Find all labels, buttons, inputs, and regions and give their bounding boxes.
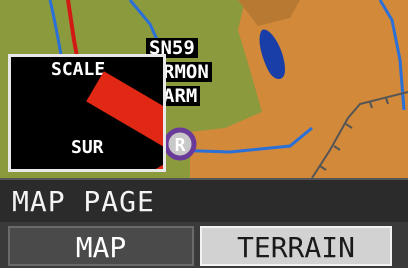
tab-map[interactable]: MAP — [8, 226, 194, 266]
unavailable-x-icon — [86, 71, 163, 169]
gps-screen: R SN59 RMON ARM SCALE SUR MAP PAGE MAP T… — [0, 0, 408, 268]
airport-symbol-text: R — [175, 135, 186, 156]
tab-terrain[interactable]: TERRAIN — [200, 226, 392, 266]
tab-bar: MAP TERRAIN — [0, 222, 408, 268]
waypoint-label-line3: ARM — [160, 86, 201, 106]
page-title-bar: MAP PAGE — [0, 178, 408, 222]
moving-map[interactable]: R SN59 RMON ARM SCALE SUR — [0, 0, 408, 178]
waypoint-label-line2: RMON — [160, 62, 212, 82]
page-title: MAP PAGE — [12, 185, 155, 218]
scale-panel: SCALE SUR — [8, 54, 166, 172]
